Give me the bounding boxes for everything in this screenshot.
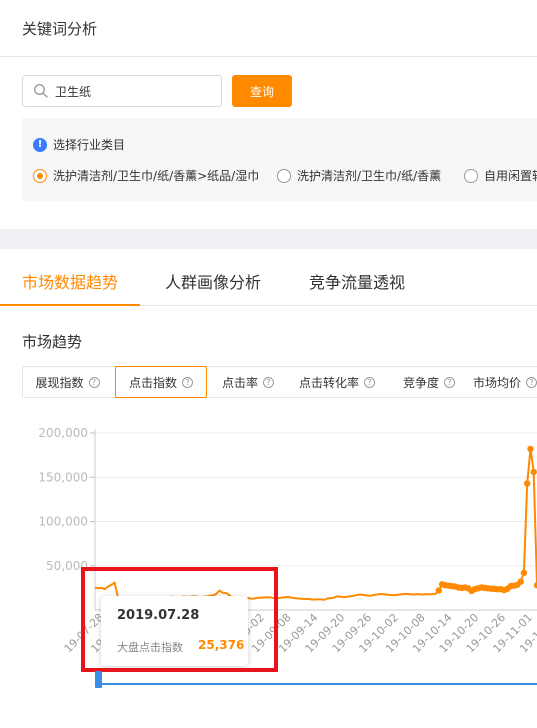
industry-heading: ! 选择行业类目 (33, 136, 125, 153)
metric-tab-competition[interactable]: 竞争度? (389, 367, 469, 397)
metric-tab-ctr[interactable]: 点击率? (209, 367, 287, 397)
tab-competition-traffic[interactable]: 竞争流量透视 (309, 269, 405, 293)
search-input[interactable] (55, 76, 215, 106)
industry-option-label: 洗护清洁剂/卫生巾/纸/香薰>纸品/湿巾 (53, 169, 260, 183)
industry-panel: ! 选择行业类目 洗护清洁剂/卫生巾/纸/香薰>纸品/湿巾 洗护清洁剂/卫生巾/… (22, 118, 537, 201)
radio-icon[interactable] (464, 168, 478, 183)
page-title: 关键词分析 (22, 20, 98, 38)
section-separator (0, 229, 537, 249)
help-icon[interactable]: ? (88, 376, 100, 388)
metric-tab-label: 展现指数 (35, 375, 84, 390)
help-icon[interactable]: ? (263, 376, 274, 388)
industry-option-label: 洗护清洁剂/卫生巾/纸/香薰 (297, 169, 442, 183)
industry-option-label: 自用闲置转 (484, 169, 537, 183)
help-icon[interactable]: ? (444, 376, 455, 388)
industry-option-2[interactable]: 洗护清洁剂/卫生巾/纸/香薰 (277, 167, 441, 184)
metric-tab-conversion[interactable]: 点击转化率? (287, 367, 387, 397)
search-box[interactable] (22, 75, 222, 107)
data-point (523, 480, 531, 487)
section-title: 市场趋势 (22, 333, 83, 351)
tab-audience-profile[interactable]: 人群画像分析 (165, 269, 261, 293)
radio-selected-icon[interactable] (33, 168, 47, 183)
metric-tab-avg-price[interactable]: 市场均价? (473, 367, 537, 397)
metric-tab-label: 点击率 (221, 375, 258, 390)
data-point (517, 578, 524, 585)
title-divider (0, 56, 537, 57)
data-point (520, 569, 528, 577)
radio-icon[interactable] (277, 168, 291, 183)
zoom-slider-handle[interactable] (95, 671, 102, 688)
help-icon[interactable]: ? (364, 376, 375, 388)
search-icon (34, 84, 48, 98)
query-button[interactable]: 查询 (232, 75, 292, 107)
y-tick-label: 150,000 (38, 470, 88, 484)
metric-tab-label: 市场均价 (473, 375, 522, 390)
industry-option-3[interactable]: 自用闲置转 (464, 167, 537, 184)
data-point (530, 468, 537, 476)
zoom-slider-track[interactable] (95, 683, 537, 685)
industry-option-1[interactable]: 洗护清洁剂/卫生巾/纸/香薰>纸品/湿巾 (33, 167, 259, 184)
metric-tab-label: 点击转化率 (298, 375, 359, 390)
help-icon[interactable]: ? (526, 376, 537, 388)
industry-heading-label: 选择行业类目 (53, 138, 126, 152)
info-icon: ! (33, 137, 47, 152)
main-tabs: 市场数据趋势 人群画像分析 竞争流量透视 (0, 249, 537, 306)
annotation-highlight-box (81, 567, 278, 672)
metric-tab-click[interactable]: 点击指数? (115, 366, 207, 398)
metric-tab-label: 点击指数 (128, 375, 177, 390)
y-tick-label: 200,000 (38, 426, 88, 440)
tab-market-trend[interactable]: 市场数据趋势 (22, 269, 118, 293)
data-point (435, 587, 442, 594)
y-tick-label: 100,000 (38, 515, 88, 529)
metric-tab-label: 竞争度 (402, 375, 439, 390)
metric-tab-impression[interactable]: 展现指数? (23, 367, 112, 397)
metric-tabs: 展现指数? 点击指数? 点击率? 点击转化率? 竞争度? 市场均价? (22, 366, 537, 398)
data-point (527, 445, 534, 453)
active-tab-underline (0, 304, 140, 306)
help-icon[interactable]: ? (182, 376, 193, 388)
